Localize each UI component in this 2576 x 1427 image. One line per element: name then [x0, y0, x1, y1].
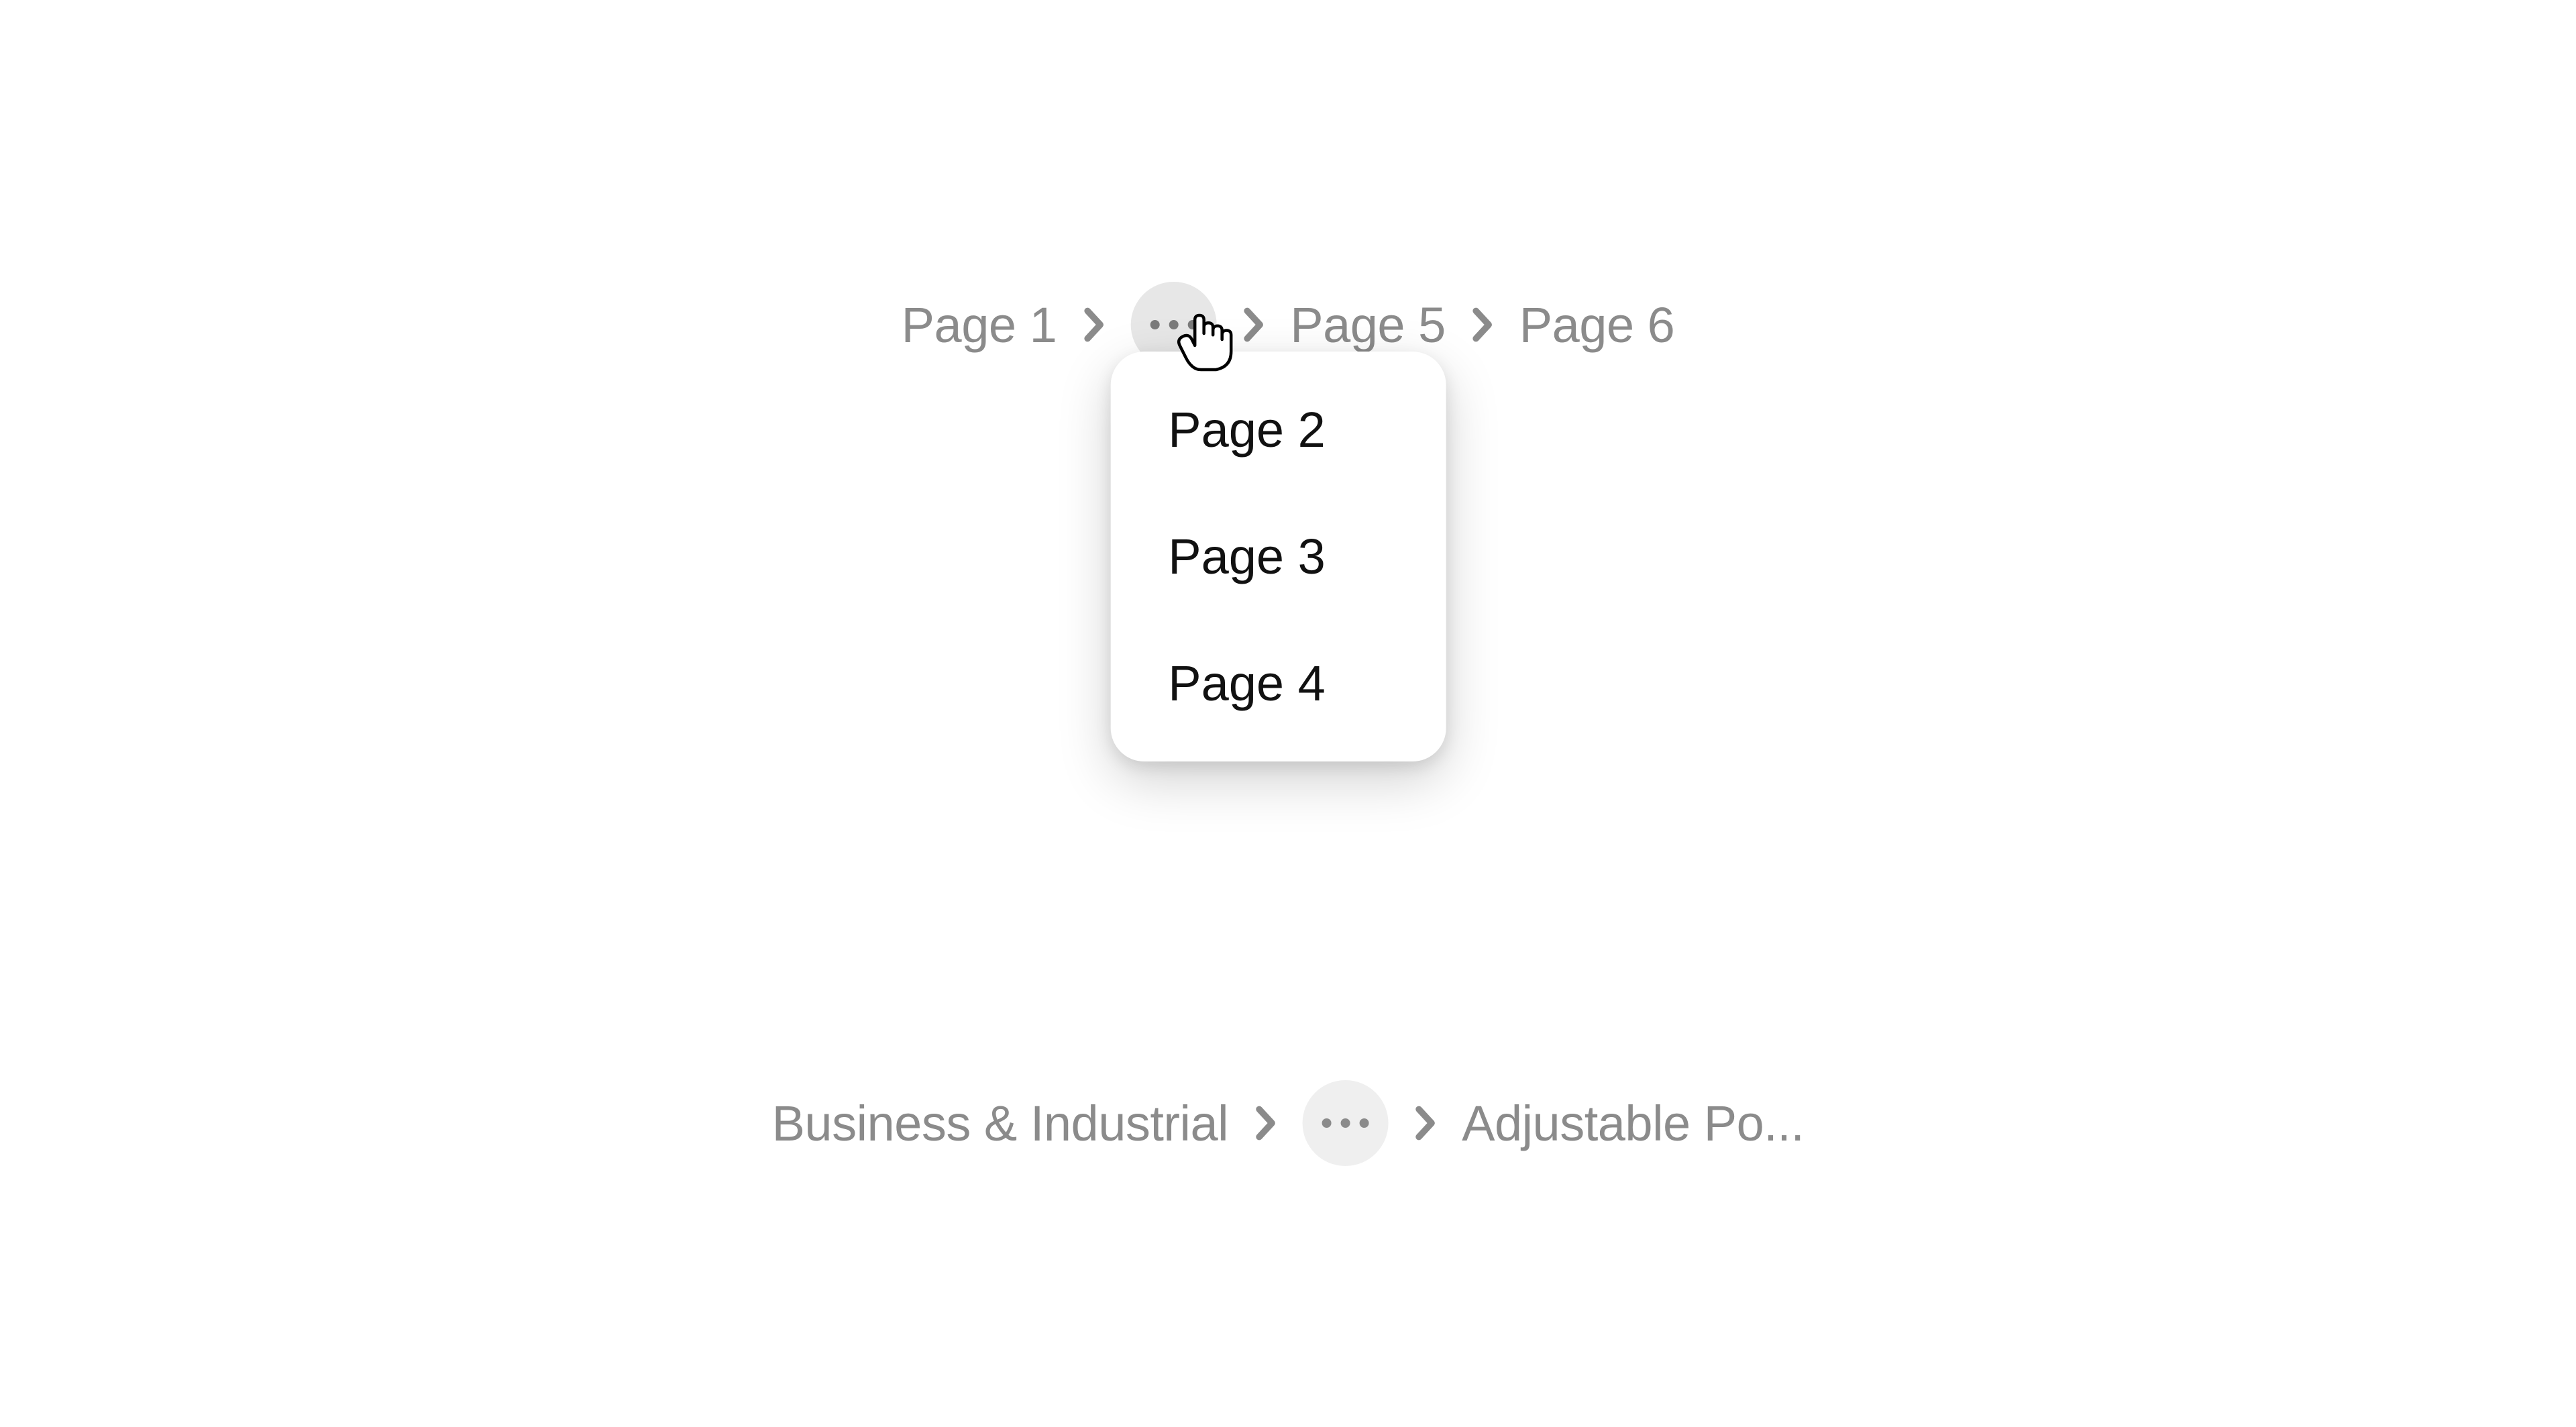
ellipsis-icon — [1322, 1118, 1331, 1128]
breadcrumb: Business & Industrial Adjustable Po... — [772, 1080, 1805, 1166]
breadcrumb: Page 1 Page 2 Page 3 Page 4 Page 5 Page … — [902, 282, 1675, 368]
breadcrumb-link-adjustable-po[interactable]: Adjustable Po... — [1462, 1095, 1804, 1152]
ellipsis-icon — [1150, 320, 1159, 329]
chevron-right-icon — [1471, 307, 1494, 343]
chevron-right-icon — [1082, 307, 1105, 343]
chevron-right-icon — [1254, 1105, 1277, 1141]
ellipsis-icon — [1169, 320, 1178, 329]
ellipsis-icon — [1340, 1118, 1350, 1128]
breadcrumb-link-page-5[interactable]: Page 5 — [1290, 297, 1446, 354]
breadcrumb-overflow-button[interactable] — [1302, 1080, 1388, 1166]
breadcrumb-overflow-menu: Page 2 Page 3 Page 4 — [1110, 352, 1446, 761]
overflow-menu-item-page-3[interactable]: Page 3 — [1110, 512, 1446, 601]
breadcrumb-overflow-button[interactable]: Page 2 Page 3 Page 4 — [1130, 282, 1216, 368]
breadcrumb-link-business-industrial[interactable]: Business & Industrial — [772, 1095, 1229, 1152]
breadcrumb-link-page-6[interactable]: Page 6 — [1519, 297, 1675, 354]
overflow-menu-item-page-2[interactable]: Page 2 — [1110, 385, 1446, 474]
chevron-right-icon — [1413, 1105, 1436, 1141]
ellipsis-icon — [1359, 1118, 1368, 1128]
ellipsis-icon — [1187, 320, 1197, 329]
overflow-menu-item-page-4[interactable]: Page 4 — [1110, 639, 1446, 728]
chevron-right-icon — [1242, 307, 1265, 343]
breadcrumb-link-page-1[interactable]: Page 1 — [902, 297, 1057, 354]
